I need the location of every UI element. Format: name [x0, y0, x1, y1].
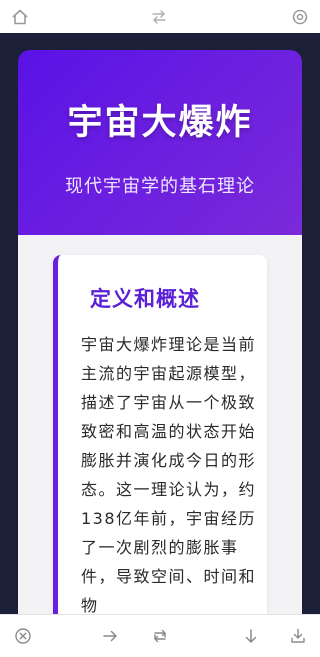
download-icon[interactable]: [289, 627, 307, 645]
hero-banner: 宇宙大爆炸 现代宇宙学的基石理论: [18, 50, 302, 235]
card-title: 定义和概述: [90, 287, 200, 311]
home-icon[interactable]: [11, 8, 29, 26]
content-area: 定义和概述 宇宙大爆炸理论是当前主流的宇宙起源模型，描述了宇宙从一个极致致密和高…: [18, 235, 302, 614]
browser-top-bar: [0, 0, 320, 33]
card-body-text: 宇宙大爆炸理论是当前主流的宇宙起源模型，描述了宇宙从一个极致致密和高温的状态开始…: [81, 335, 257, 614]
page-title: 宇宙大爆炸: [67, 103, 253, 143]
browser-bottom-bar: [0, 614, 320, 657]
arrow-right-icon[interactable]: [101, 627, 119, 645]
close-circle-icon[interactable]: [14, 627, 32, 645]
gear-icon[interactable]: [291, 8, 309, 26]
refresh-icon[interactable]: [151, 627, 169, 645]
page-subtitle: 现代宇宙学的基石理论: [65, 176, 255, 197]
page-viewport[interactable]: 宇宙大爆炸 现代宇宙学的基石理论 定义和概述 宇宙大爆炸理论是当前主流的宇宙起源…: [0, 33, 320, 614]
arrow-down-icon[interactable]: [242, 627, 260, 645]
swap-icon[interactable]: [150, 8, 168, 26]
definition-card: 定义和概述 宇宙大爆炸理论是当前主流的宇宙起源模型，描述了宇宙从一个极致致密和高…: [53, 255, 267, 614]
